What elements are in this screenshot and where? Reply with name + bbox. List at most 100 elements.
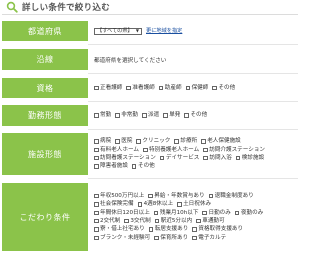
qualification-option[interactable]: 保健師 [185, 84, 208, 92]
condition-option[interactable]: 日勤のみ [202, 209, 231, 217]
checkbox[interactable] [185, 85, 191, 91]
checkbox[interactable] [94, 202, 99, 207]
checkbox[interactable] [124, 218, 129, 224]
checkbox[interactable] [136, 139, 141, 144]
checkbox[interactable] [212, 85, 217, 91]
divider [88, 101, 298, 102]
facility-option[interactable]: クリニック [136, 137, 170, 145]
checkbox[interactable] [94, 155, 99, 161]
checkbox[interactable] [208, 193, 214, 199]
qualification-option[interactable]: 准看護師 [126, 84, 155, 92]
conditions-content: 年収500万円以上 昇給・年数賞与あり 退職金制度あり 社会保険完備 4週8休以… [88, 183, 298, 251]
condition-option[interactable]: 3交代制 [124, 217, 151, 225]
condition-option[interactable]: 駅近5分以内 [154, 217, 192, 225]
region-link[interactable]: 更に地域を指定 [146, 27, 182, 35]
facility-option[interactable]: 老人保健施設 [201, 137, 241, 145]
condition-option[interactable]: 4週8休以上 [137, 200, 173, 208]
condition-option[interactable]: 社会保険完備 [94, 200, 134, 208]
checkbox[interactable] [196, 218, 201, 224]
qualification-option[interactable]: 正看護師 [94, 84, 122, 92]
facility-option[interactable]: 訪問介護ステーション [203, 146, 265, 154]
facility-option[interactable]: 訪問看護ステーション [94, 154, 156, 162]
checkbox[interactable] [94, 85, 99, 91]
facility-option[interactable]: 有料老人ホーム [94, 146, 139, 154]
condition-option[interactable]: 資格取得支援あり [192, 225, 243, 233]
checkbox[interactable] [202, 210, 207, 216]
checkbox[interactable] [94, 113, 99, 118]
checkbox[interactable] [94, 218, 99, 224]
checkbox[interactable] [192, 235, 197, 241]
facility-option[interactable]: デイサービス [159, 154, 199, 162]
employment-option[interactable]: 常勤 [94, 111, 111, 119]
checkbox[interactable] [94, 235, 99, 241]
prefecture-label: 都道府県 [2, 21, 88, 41]
condition-option[interactable]: 2交代制 [94, 217, 120, 225]
checkbox[interactable] [142, 113, 147, 118]
condition-option[interactable]: 夜勤のみ [234, 209, 263, 217]
condition-option[interactable]: 土日祝休み [177, 200, 211, 208]
checkbox[interactable] [159, 155, 165, 161]
facility-option[interactable]: 医院 [115, 137, 132, 145]
checkbox[interactable] [154, 235, 159, 241]
checkbox[interactable] [153, 210, 159, 216]
checkbox[interactable] [148, 227, 154, 232]
condition-option[interactable]: 転居支援あり [148, 225, 188, 233]
header-divider [2, 14, 298, 15]
checkbox[interactable] [203, 155, 208, 161]
condition-option[interactable]: 年間休日120日以上 [94, 209, 150, 217]
condition-option[interactable]: 退職金制度あり [208, 192, 254, 200]
checkbox[interactable] [131, 164, 137, 169]
checkbox[interactable] [177, 202, 182, 207]
checkbox[interactable] [163, 113, 168, 118]
qualification-option[interactable]: 助産師 [158, 84, 182, 92]
checkbox[interactable] [115, 113, 120, 118]
facility-option[interactable]: その他 [131, 162, 155, 170]
checkbox[interactable] [115, 139, 120, 144]
checkbox[interactable] [94, 210, 99, 216]
checkbox[interactable] [94, 147, 99, 153]
checkbox[interactable] [94, 164, 99, 169]
employment-content: 常勤 非常勤 派遣 単発 その他 [88, 105, 298, 126]
checkbox[interactable] [143, 147, 148, 153]
checkbox[interactable] [148, 193, 153, 199]
facility-label: 施設形態 [2, 133, 88, 175]
employment-option[interactable]: 非常勤 [115, 111, 138, 119]
condition-option[interactable]: 昇給・年数賞与あり [148, 192, 205, 200]
employment-option[interactable]: その他 [184, 111, 207, 119]
checkbox[interactable] [235, 155, 241, 161]
checkbox[interactable] [234, 210, 240, 216]
prefecture-row: 都道府県 【すべての県】 ▼ 更に地域を指定 [2, 21, 298, 41]
condition-option[interactable]: ブランク・未経験可 [94, 234, 150, 242]
checkbox[interactable] [201, 139, 206, 144]
condition-option[interactable]: 年収500万円以上 [94, 192, 144, 200]
facility-option[interactable]: 診療所 [174, 137, 197, 145]
divider [88, 178, 298, 179]
checkbox[interactable] [137, 202, 143, 207]
condition-option[interactable]: 電子カルテ [192, 234, 226, 242]
checkbox[interactable] [94, 193, 99, 199]
checkbox[interactable] [192, 227, 197, 232]
checkbox[interactable] [94, 227, 99, 232]
checkbox[interactable] [94, 139, 99, 144]
prefecture-select[interactable]: 【すべての県】 ▼ [94, 27, 142, 35]
qualification-option[interactable]: その他 [212, 84, 235, 92]
facility-option[interactable]: 検診施設 [235, 154, 264, 162]
condition-option[interactable]: 残業月10h以下 [153, 209, 198, 217]
checkbox[interactable] [203, 147, 208, 153]
facility-option[interactable]: 病院 [94, 137, 111, 145]
employment-row: 勤務形態 常勤 非常勤 派遣 単発 その他 [2, 105, 298, 126]
checkbox[interactable] [158, 85, 164, 91]
facility-option[interactable]: 特別養護老人ホーム [143, 146, 199, 154]
condition-option[interactable]: 寮・借上社宅あり [94, 225, 145, 233]
condition-option[interactable]: 車通勤可 [196, 217, 225, 225]
checkbox[interactable] [184, 113, 189, 118]
checkbox[interactable] [174, 139, 179, 144]
route-label: 沿線 [2, 49, 88, 70]
employment-option[interactable]: 単発 [163, 111, 180, 119]
facility-option[interactable]: 訪問入浴 [203, 154, 232, 162]
facility-option[interactable]: 障害者施設 [94, 162, 128, 170]
employment-option[interactable]: 派遣 [142, 111, 159, 119]
checkbox[interactable] [154, 218, 160, 224]
condition-option[interactable]: 保育所あり [154, 234, 188, 242]
checkbox[interactable] [126, 85, 131, 91]
